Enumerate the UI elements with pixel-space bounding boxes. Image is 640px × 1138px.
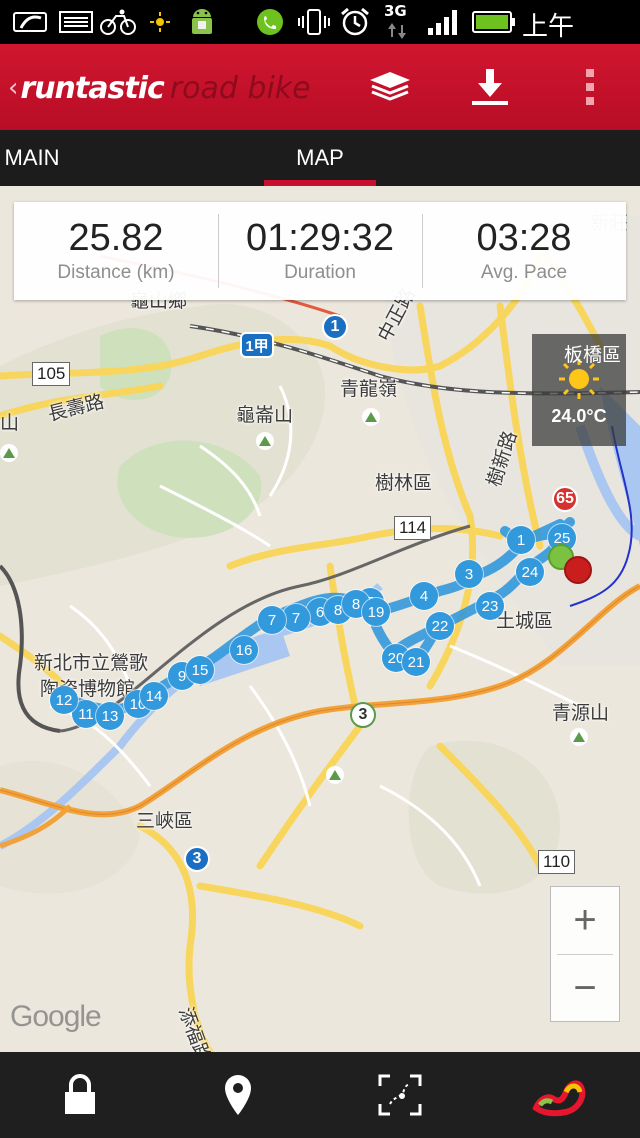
brand-runtastic: runtastic [20, 70, 164, 106]
route-km-marker[interactable]: 24 [516, 558, 544, 586]
route-km-marker[interactable]: 16 [230, 636, 258, 664]
road-sign-1: 1 [322, 314, 348, 340]
vibrate-icon [296, 8, 332, 36]
zoom-controls: + − [550, 886, 620, 1022]
road-sign-65: 65 [552, 486, 578, 512]
map-label-qinglong: 青龍嶺 [340, 378, 398, 400]
lock-button[interactable] [40, 1066, 120, 1124]
phone-icon [252, 8, 288, 36]
app-screen: 3G 上午11:11 ‹ runtastic road bike MAIN [0, 0, 640, 1138]
route-km-marker[interactable]: 1 [507, 526, 535, 554]
route-km-marker[interactable]: 14 [140, 682, 168, 710]
tab-bar: MAIN MAP [0, 130, 640, 186]
map-label-shulin: 樹林區 [375, 472, 433, 494]
battery-icon [472, 8, 516, 36]
stat-avg-pace: 03:28 Avg. Pace [422, 202, 626, 300]
route-km-marker[interactable]: 4 [410, 582, 438, 610]
route-km-marker[interactable]: 23 [476, 592, 504, 620]
route-km-marker[interactable]: 19 [362, 598, 390, 626]
route-logo-button[interactable] [518, 1066, 598, 1124]
status-bar: 3G 上午11:11 [0, 0, 640, 73]
end-point-marker[interactable] [564, 556, 592, 584]
route-logo-icon [532, 1080, 586, 1117]
road-sign-110: 110 [538, 850, 576, 874]
layers-icon [370, 72, 410, 101]
location-button[interactable] [198, 1066, 278, 1124]
pace-label: Avg. Pace [480, 262, 568, 283]
road-sign-3-freeway: 3 [184, 846, 210, 872]
google-attribution: Google [10, 1000, 102, 1033]
map-label-sanxia: 三峽區 [136, 810, 194, 832]
stats-panel: 25.82 Distance (km) 01:29:32 Duration 03… [14, 202, 626, 300]
road-sign-114: 114 [394, 516, 432, 540]
map-label-guilun: 龜崙山 [236, 404, 294, 426]
stat-distance: 25.82 Distance (km) [14, 202, 218, 300]
map-label-tucheng: 土城區 [496, 610, 554, 632]
map-label-museum-line1: 新北市立鶯歌 [34, 652, 149, 674]
fullscreen-map-button[interactable] [360, 1066, 440, 1124]
route-km-marker[interactable]: 3 [455, 560, 483, 588]
route-km-marker[interactable]: 15 [186, 656, 214, 684]
sun-icon [148, 8, 172, 36]
photo-icon [12, 8, 52, 36]
route-km-marker[interactable]: 22 [426, 612, 454, 640]
tab-map[interactable]: MAP [264, 130, 376, 186]
signal-icon [424, 8, 464, 36]
distance-label: Distance (km) [57, 262, 175, 283]
route-km-marker[interactable]: 13 [96, 702, 124, 730]
route-map[interactable]: 龜山鄉 新莊 板橋區 樹林區 土城區 三峽區 青源山 青龍嶺 龜崙山 長壽路 中… [0, 186, 640, 1052]
lock-icon [65, 1074, 95, 1114]
bottom-bar [0, 1052, 640, 1138]
route-km-marker[interactable]: 12 [50, 686, 78, 714]
download-button[interactable] [462, 62, 518, 112]
download-icon [472, 69, 508, 105]
distance-value: 25.82 [68, 217, 164, 259]
zoom-out-button[interactable]: − [551, 955, 619, 1022]
map-label-banqiao: 板橋區 [564, 344, 622, 366]
app-logo[interactable]: ‹ runtastic road bike [8, 66, 311, 110]
up-navigation-icon[interactable]: ‹ [8, 73, 18, 103]
route-km-marker[interactable]: 21 [402, 648, 430, 676]
road-sign-1jia: 1甲 [240, 332, 274, 358]
cycling-icon [100, 8, 136, 36]
duration-label: Duration [284, 262, 356, 283]
route-km-marker[interactable]: 7 [258, 606, 286, 634]
mail-icon [58, 8, 94, 36]
location-pin-icon [225, 1075, 251, 1115]
tab-main[interactable]: MAIN [0, 130, 64, 186]
zoom-in-button[interactable]: + [551, 887, 619, 954]
alarm-icon [336, 7, 374, 36]
brand-road-bike: road bike [169, 70, 311, 106]
fullscreen-map-icon [378, 1074, 422, 1116]
pace-value: 03:28 [476, 217, 572, 259]
map-label-shan: 山 [0, 412, 20, 434]
android-icon [184, 8, 220, 36]
data-arrows-icon [384, 22, 410, 40]
stat-duration: 01:29:32 Duration [218, 202, 422, 300]
temperature: 24.0°C [551, 406, 607, 426]
road-sign-3-provincial: 3 [350, 702, 376, 728]
overflow-menu-button[interactable] [562, 62, 618, 112]
app-bar: ‹ runtastic road bike [0, 44, 640, 130]
road-sign-105: 105 [32, 362, 71, 386]
network-type: 3G [384, 2, 407, 20]
layers-button[interactable] [362, 62, 418, 112]
overflow-menu-icon [586, 69, 594, 105]
map-label-qingyuan: 青源山 [552, 702, 610, 724]
duration-value: 01:29:32 [246, 217, 394, 259]
route-km-marker[interactable]: 7 [282, 604, 310, 632]
